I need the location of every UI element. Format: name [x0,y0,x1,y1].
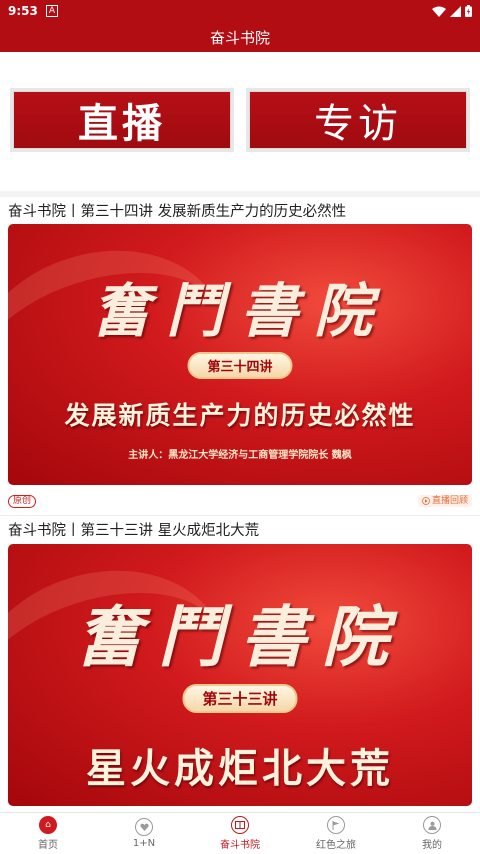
article-card[interactable]: 奋斗书院丨第三十四讲 发展新质生产力的历史必然性 奮鬥書院 第三十四讲 发展新质… [0,197,480,515]
wifi-icon [432,6,446,17]
status-time: 9:53 [8,4,38,18]
signal-icon [450,5,461,17]
article-title: 奋斗书院丨第三十四讲 发展新质生产力的历史必然性 [8,204,347,220]
nav-item-1n[interactable]: 1+N [96,813,192,854]
live-button[interactable]: 直播 [10,88,234,152]
interview-button[interactable]: 专访 [246,88,470,152]
home-icon: ⌂ [39,816,57,834]
heart-icon [135,818,153,836]
article-cover: 奮鬥書院 第三十三讲 星火成炬北大荒 [8,544,472,806]
article-card[interactable]: 奋斗书院丨第三十三讲 星火成炬北大荒 奮鬥書院 第三十三讲 星火成炬北大荒 [0,516,480,812]
nav-label: 红色之旅 [316,840,356,851]
nav-label: 首页 [38,840,58,851]
book-icon [231,816,249,834]
nav-item-red-tour[interactable]: 红色之旅 [288,813,384,854]
entry-row: 直播 专访 [10,88,470,152]
battery-icon [465,5,472,17]
flag-icon [327,816,345,834]
cover-lecture-number: 第三十三讲 [182,684,298,713]
nav-label: 1+N [132,838,156,849]
nav-item-mine[interactable]: 我的 [384,813,480,854]
cover-calligraphy: 奮鬥書院 [76,598,404,676]
article-title: 奋斗书院丨第三十三讲 星火成炬北大荒 [8,523,260,539]
live-button-label: 直播 [78,101,166,147]
nav-item-academy[interactable]: 奋斗书院 [192,813,288,854]
nav-label: 奋斗书院 [220,840,260,851]
cover-lecture-number: 第三十四讲 [187,352,293,379]
user-icon [423,816,441,834]
replay-badge: 直播回顾 [417,495,472,507]
cover-calligraphy: 奮鬥書院 [91,277,388,345]
article-meta: 原创 直播回顾 [8,494,472,508]
bottom-nav: ⌂ 首页 1+N 奋斗书院 红色之旅 我的 [0,812,480,854]
cover-subject: 星火成炬北大荒 [86,746,394,792]
status-icons [432,5,472,17]
nav-label: 我的 [422,840,442,851]
notification-icon: A [45,5,59,17]
article-cover: 奮鬥書院 第三十四讲 发展新质生产力的历史必然性 主讲人：黑龙江大学经济与工商管… [8,224,472,485]
cover-lecturer: 主讲人：黑龙江大学经济与工商管理学院院长 魏枫 [128,450,352,461]
play-icon [422,497,430,505]
interview-button-label: 专访 [314,101,402,147]
original-tag: 原创 [8,494,37,508]
nav-item-home[interactable]: ⌂ 首页 [0,813,96,854]
cover-subject: 发展新质生产力的历史必然性 [64,401,416,430]
app-header: 奋斗书院 [0,22,480,52]
replay-badge-label: 直播回顾 [431,496,468,506]
status-bar: 9:53 A [0,0,480,22]
page-title: 奋斗书院 [209,28,270,47]
